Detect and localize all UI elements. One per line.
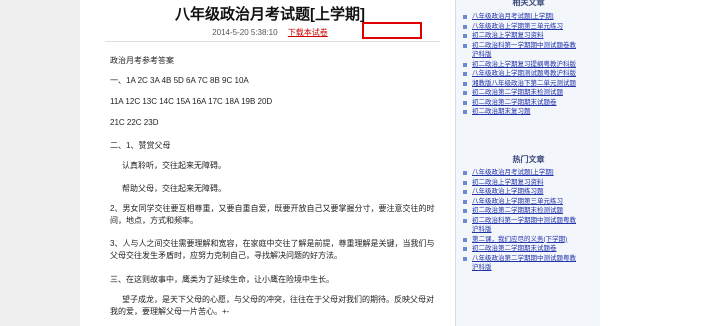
- bullet-icon: [463, 256, 467, 261]
- popular-articles-list: 八年级政治月考试题[上学期] 初二政治上学期复习资料 八年级政治上学期练习题 八…: [463, 168, 597, 273]
- list-item[interactable]: 沪科版: [472, 263, 597, 273]
- list-item[interactable]: 八年级政治上学期测试题粤教沪科版: [463, 69, 597, 79]
- bullet-icon: [463, 171, 467, 175]
- list-item[interactable]: 初二政治第二学期期末检测试题: [463, 88, 597, 98]
- article-link[interactable]: 八年级政治上学期第三单元练习: [472, 23, 563, 30]
- list-item[interactable]: 初二政治第二学期期末试题卷: [463, 98, 597, 108]
- bullet-icon: [463, 110, 467, 114]
- list-item[interactable]: 初二政治上学期复习资料: [463, 178, 597, 188]
- article: 八年级政治月考试题[上学期] 2014-5-20 5:38:10 下载本试卷 政…: [80, 0, 460, 326]
- article-link[interactable]: 湘教版八年级政治下第二单元测试题: [472, 80, 576, 87]
- bullet-icon: [463, 24, 467, 29]
- list-item[interactable]: 初二政治第二学期期末检测试题: [463, 206, 597, 216]
- list-item[interactable]: 八年级政治月考试题[上学期]: [463, 168, 597, 178]
- article-link[interactable]: 初二政治上学期复习资料: [472, 179, 544, 186]
- bullet-icon: [463, 34, 467, 38]
- article-link[interactable]: 初二政治第二学期期末检测试题: [472, 207, 563, 214]
- list-item[interactable]: 八年级政治上学期练习题: [463, 187, 597, 197]
- answer-line: 二、1、赞赏父母: [110, 141, 171, 150]
- article-link[interactable]: 八年级政治上学期测试题粤教沪科版: [472, 70, 576, 77]
- list-item[interactable]: 八年级政治月考试题[上学期]: [463, 12, 597, 22]
- article-link[interactable]: 初二政治上学期复习提纲粤教沪科版: [472, 61, 576, 68]
- related-articles-list: 八年级政治月考试题[上学期] 八年级政治上学期第三单元练习 初二政治上学期复习资…: [463, 12, 597, 117]
- list-item[interactable]: 沪科版: [472, 225, 597, 235]
- answer-line: 11A 12C 13C 14C 15A 16A 17C 18A 19B 20D: [110, 97, 273, 106]
- list-item[interactable]: 初二政治上学期复习资料: [463, 31, 597, 41]
- answer-paragraph: 望子成龙，是天下父母的心愿，与父母的冲突，往往在于父母对我们的期待。反映父母对我…: [110, 295, 434, 316]
- list-item[interactable]: 初二政治期末复习题: [463, 107, 597, 117]
- answer-paragraph: 3、人与人之间交往需要理解和宽容，在家庭中交往了解是前提，尊重理解是关键，当我们…: [110, 239, 435, 260]
- bullet-icon: [463, 190, 467, 194]
- related-articles-title: 相关文章: [512, 0, 545, 7]
- article-link[interactable]: 初二政治上学期复习资料: [472, 32, 544, 39]
- article-date: 2014-5-20 5:38:10: [212, 28, 278, 37]
- answer-heading: 政治月考参考答案: [110, 56, 174, 65]
- article-link[interactable]: 初二政治第二学期期末试题卷: [472, 99, 557, 106]
- right-margin: [600, 0, 720, 326]
- bullet-icon: [463, 247, 467, 251]
- list-item[interactable]: 初二政治第二学期期末试题卷: [463, 244, 597, 254]
- bullet-icon: [463, 15, 467, 19]
- bullet-icon: [463, 180, 467, 185]
- highlight-box: [362, 22, 422, 39]
- answer-line: 帮助父母，交往起来无障碍。: [122, 184, 226, 193]
- article-link-continued[interactable]: 沪科版: [472, 226, 492, 233]
- list-item[interactable]: 八年级政治第二学期期中测试题粤教: [463, 254, 597, 264]
- left-margin: [0, 0, 80, 326]
- bullet-icon: [463, 62, 467, 67]
- article-link[interactable]: 初二政治科第一学期期中测试题卷教: [472, 42, 576, 49]
- list-item[interactable]: 初二政治科第一学期期中测试题粤教: [463, 216, 597, 226]
- list-item[interactable]: 八年级政治上学期第三单元练习: [463, 197, 597, 207]
- answer-line: 认真聆听，交往起来无障碍。: [122, 161, 226, 170]
- answer-line: 一、1A 2C 3A 4B 5D 6A 7C 8B 9C 10A: [110, 76, 249, 85]
- sidebar: 相关文章 八年级政治月考试题[上学期] 八年级政治上学期第三单元练习 初二政治上…: [455, 0, 601, 326]
- list-item[interactable]: 沪科版: [472, 50, 597, 60]
- article-link[interactable]: 八年级政治月考试题[上学期]: [472, 13, 554, 20]
- article-link[interactable]: 第二课，我们应尽的义务(下学期): [472, 236, 567, 243]
- article-title: 八年级政治月考试题[上学期]: [175, 6, 365, 23]
- bullet-icon: [463, 72, 467, 76]
- article-link[interactable]: 八年级政治第二学期期中测试题粤教: [472, 255, 576, 262]
- article-link[interactable]: 初二政治科第一学期期中测试题粤教: [472, 217, 576, 224]
- article-link[interactable]: 初二政治期末复习题: [472, 108, 531, 115]
- answer-line: 21C 22C 23D: [110, 118, 159, 127]
- list-item[interactable]: 八年级政治上学期第三单元练习: [463, 22, 597, 32]
- list-item[interactable]: 初二政治科第一学期期中测试题卷教: [463, 41, 597, 51]
- bullet-icon: [463, 91, 467, 95]
- article-link[interactable]: 八年级政治月考试题[上学期]: [472, 169, 554, 176]
- popular-articles-title: 热门文章: [512, 155, 545, 164]
- answer-line: 三、在这则故事中，鹰类为了延续生命，让小鹰在险境中生长。: [110, 275, 334, 284]
- bullet-icon: [463, 199, 467, 204]
- list-item[interactable]: 湘教版八年级政治下第二单元测试题: [463, 79, 597, 89]
- article-link-continued[interactable]: 沪科版: [472, 264, 492, 271]
- bullet-icon: [463, 81, 467, 86]
- bullet-icon: [463, 218, 467, 223]
- bullet-icon: [463, 43, 467, 48]
- title-divider: [105, 41, 440, 42]
- list-item[interactable]: 第二课，我们应尽的义务(下学期): [463, 235, 597, 245]
- bullet-icon: [463, 209, 467, 213]
- article-link[interactable]: 初二政治第二学期期末检测试题: [472, 89, 563, 96]
- bullet-icon: [463, 237, 467, 242]
- article-link[interactable]: 初二政治第二学期期末试题卷: [472, 245, 557, 252]
- article-link-continued[interactable]: 沪科版: [472, 51, 492, 58]
- download-paper-link[interactable]: 下载本试卷: [288, 28, 328, 37]
- article-link[interactable]: 八年级政治上学期第三单元练习: [472, 198, 563, 205]
- answer-paragraph: 2、男女同学交往要互相尊重，又要自重自爱，既要开放自己又要掌握分寸，要注意交往的…: [110, 204, 435, 225]
- bullet-icon: [463, 100, 467, 105]
- article-link[interactable]: 八年级政治上学期练习题: [472, 188, 544, 195]
- list-item[interactable]: 初二政治上学期复习提纲粤教沪科版: [463, 60, 597, 70]
